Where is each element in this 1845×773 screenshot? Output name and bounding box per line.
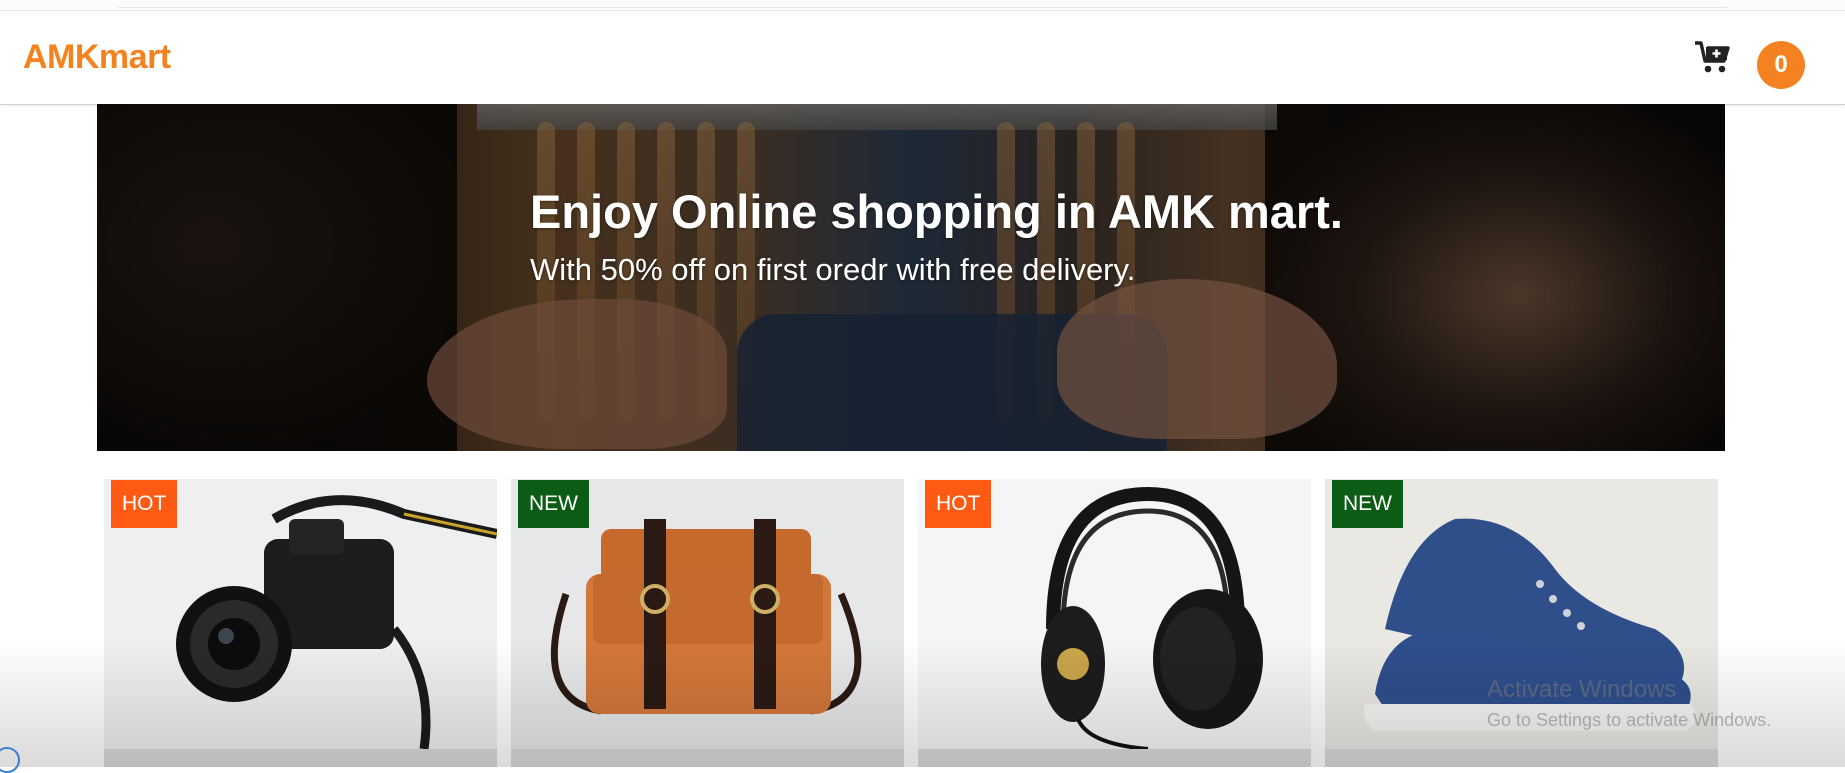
cart-plus-icon — [1695, 41, 1730, 73]
hot-badge: HOT — [925, 480, 992, 528]
new-badge: NEW — [518, 480, 589, 528]
navbar: AMKmart 0 — [0, 10, 1845, 105]
windows-activation-watermark: Activate Windows Go to Settings to activ… — [1487, 676, 1771, 731]
top-edge — [0, 0, 1845, 10]
brand-logo[interactable]: AMKmart — [23, 38, 171, 77]
hero-title: Enjoy Online shopping in AMK mart. — [530, 185, 1343, 238]
hero-banner: Enjoy Online shopping in AMK mart. With … — [97, 104, 1725, 451]
watermark-subtitle: Go to Settings to activate Windows. — [1487, 710, 1772, 730]
hot-badge: HOT — [111, 480, 178, 528]
watermark-title: Activate Windows — [1487, 676, 1677, 703]
hero-subtitle: With 50% off on first oredr with free de… — [530, 252, 1136, 287]
cart-button[interactable] — [1694, 39, 1732, 75]
cart-count-badge[interactable]: 0 — [1757, 41, 1805, 89]
product-card[interactable]: NEW — [511, 479, 904, 767]
product-card[interactable]: HOT — [918, 479, 1311, 767]
new-badge: NEW — [1332, 480, 1403, 528]
loading-spinner-icon — [0, 747, 20, 773]
product-card[interactable]: HOT — [104, 479, 497, 767]
